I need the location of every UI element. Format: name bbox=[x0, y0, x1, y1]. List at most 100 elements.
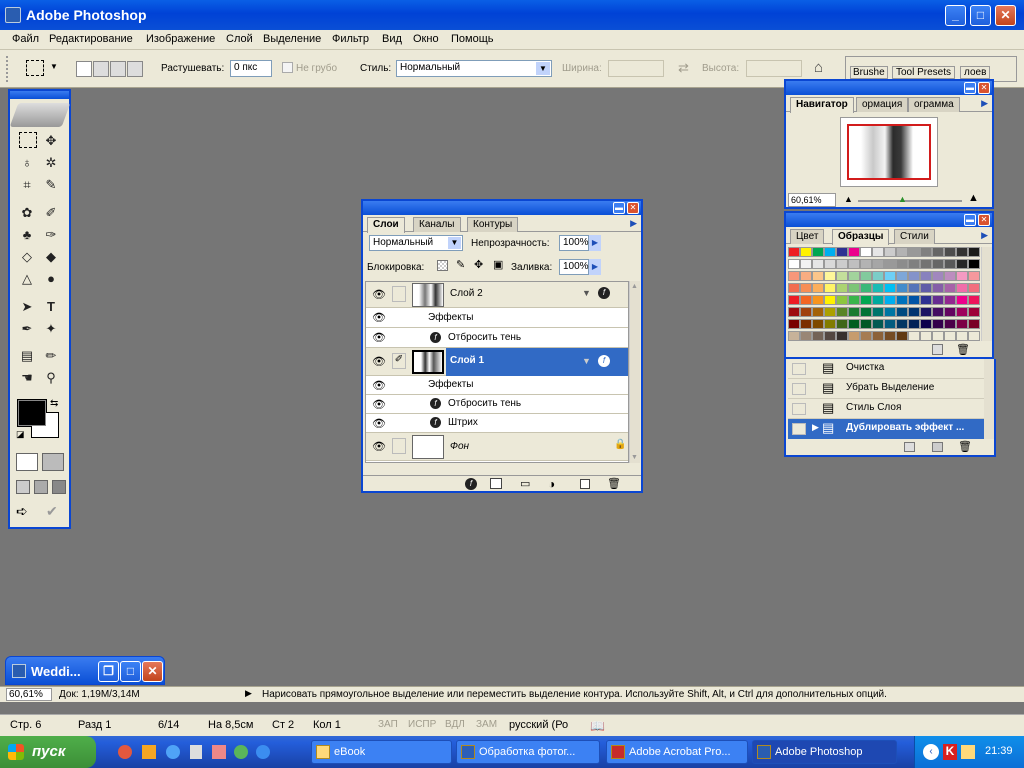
color-swatch[interactable] bbox=[956, 259, 968, 269]
width-input[interactable] bbox=[608, 60, 664, 77]
new-swatch-icon[interactable] bbox=[932, 344, 943, 355]
layer-effect-row[interactable]: 👁 f Отбросить тень bbox=[366, 395, 628, 414]
color-swatch[interactable] bbox=[812, 295, 824, 305]
history-state-pointer-icon[interactable]: ▶ bbox=[812, 422, 819, 433]
color-swatch[interactable] bbox=[908, 295, 920, 305]
scroll-up-icon[interactable]: ▲ bbox=[631, 283, 638, 290]
navigator-view-box[interactable] bbox=[847, 124, 931, 180]
color-swatch[interactable] bbox=[908, 271, 920, 281]
color-swatch[interactable] bbox=[800, 307, 812, 317]
color-swatch[interactable] bbox=[944, 295, 956, 305]
color-swatch[interactable] bbox=[884, 247, 896, 257]
zoom-slider-thumb[interactable]: ▲ bbox=[898, 194, 907, 204]
color-swatch[interactable] bbox=[800, 319, 812, 329]
color-swatch[interactable] bbox=[944, 319, 956, 329]
adjustment-layer-icon[interactable]: ◑ bbox=[548, 477, 555, 491]
screen-mode-full-icon[interactable] bbox=[52, 480, 66, 494]
navigator-zoom-field[interactable]: 60,61% bbox=[788, 193, 836, 207]
color-swatch[interactable] bbox=[836, 319, 848, 329]
color-swatch[interactable] bbox=[788, 259, 800, 269]
notes-tool-icon[interactable]: ▤ bbox=[16, 346, 38, 366]
clone-stamp-icon[interactable]: ♣ bbox=[16, 225, 38, 245]
history-snapshot-box[interactable] bbox=[792, 383, 806, 395]
color-swatch[interactable] bbox=[848, 295, 860, 305]
color-swatch[interactable] bbox=[812, 307, 824, 317]
layer-effect-row[interactable]: 👁 f Штрих bbox=[366, 414, 628, 433]
color-swatch[interactable] bbox=[932, 295, 944, 305]
tray-expand-icon[interactable]: ‹ bbox=[923, 744, 939, 760]
color-swatch[interactable] bbox=[812, 259, 824, 269]
menu-help[interactable]: Помощь bbox=[451, 33, 494, 45]
color-swatch[interactable] bbox=[908, 259, 920, 269]
taskbar-item-ebook[interactable]: eBook bbox=[311, 740, 452, 764]
color-swatch[interactable] bbox=[932, 283, 944, 293]
tab-navigator[interactable]: Навигатор bbox=[790, 97, 854, 113]
layer-selection-highlight[interactable]: Слой 1 ▼ f bbox=[446, 348, 628, 376]
zoom-tool-icon[interactable]: ⚲ bbox=[40, 368, 62, 388]
path-selection-icon[interactable]: ➤ bbox=[16, 297, 38, 317]
color-swatch[interactable] bbox=[956, 295, 968, 305]
color-swatch[interactable] bbox=[848, 247, 860, 257]
pen-tool-icon[interactable]: ✒ bbox=[16, 319, 38, 339]
color-swatch[interactable] bbox=[836, 271, 848, 281]
menu-edit[interactable]: Редактирование bbox=[49, 33, 133, 45]
panel-menu-icon[interactable]: ▶ bbox=[981, 98, 988, 109]
color-swatch[interactable] bbox=[800, 295, 812, 305]
color-swatch[interactable] bbox=[848, 319, 860, 329]
color-swatch[interactable] bbox=[824, 283, 836, 293]
color-swatch[interactable] bbox=[860, 259, 872, 269]
quick-mask-icon[interactable] bbox=[42, 453, 64, 471]
new-selection-icon[interactable] bbox=[76, 61, 92, 77]
color-swatch[interactable] bbox=[896, 307, 908, 317]
color-swatch[interactable] bbox=[908, 283, 920, 293]
color-swatch[interactable] bbox=[908, 319, 920, 329]
navigator-preview[interactable] bbox=[840, 117, 938, 187]
layer-row[interactable]: 👁 Фон 🔒 bbox=[366, 433, 628, 461]
spelling-status-icon[interactable]: 📖 bbox=[590, 719, 605, 733]
color-swatch[interactable] bbox=[932, 319, 944, 329]
color-swatch[interactable] bbox=[956, 307, 968, 317]
tray-app-icon[interactable] bbox=[961, 745, 975, 759]
color-swatch[interactable] bbox=[932, 271, 944, 281]
color-swatch[interactable] bbox=[824, 271, 836, 281]
dodge-tool-icon[interactable]: ● bbox=[40, 269, 62, 289]
color-swatch[interactable] bbox=[944, 307, 956, 317]
history-snapshot-box[interactable] bbox=[792, 403, 806, 415]
color-swatch[interactable] bbox=[956, 247, 968, 257]
intersect-selection-icon[interactable] bbox=[127, 61, 143, 77]
color-swatch[interactable] bbox=[896, 271, 908, 281]
eye-icon[interactable]: 👁 bbox=[372, 419, 386, 430]
layer-row[interactable]: 👁 Слой 2 ▼ f bbox=[366, 282, 628, 308]
tab-color[interactable]: Цвет bbox=[790, 229, 825, 244]
color-swatch[interactable] bbox=[884, 331, 896, 341]
hand-tool-icon[interactable]: ☚ bbox=[16, 368, 38, 388]
color-swatch[interactable] bbox=[884, 295, 896, 305]
color-swatch[interactable] bbox=[920, 295, 932, 305]
color-swatch[interactable] bbox=[920, 259, 932, 269]
color-swatch[interactable] bbox=[884, 283, 896, 293]
history-item[interactable]: ▤ Очистка bbox=[788, 359, 984, 379]
color-swatch[interactable] bbox=[788, 295, 800, 305]
color-swatch[interactable] bbox=[932, 247, 944, 257]
opacity-input[interactable]: 100% bbox=[559, 235, 589, 251]
fill-slider-arrow-icon[interactable]: ▶ bbox=[589, 259, 601, 275]
trash-icon[interactable]: 🗑 bbox=[958, 440, 972, 453]
menu-layer[interactable]: Слой bbox=[226, 33, 253, 45]
color-swatch[interactable] bbox=[932, 331, 944, 341]
color-swatch[interactable] bbox=[812, 271, 824, 281]
magic-wand-tool-icon[interactable]: ✲ bbox=[40, 153, 62, 173]
color-swatch[interactable] bbox=[836, 331, 848, 341]
eye-icon[interactable]: 👁 bbox=[372, 381, 386, 392]
history-brush-icon[interactable]: ✑ bbox=[40, 225, 62, 245]
word-ovr[interactable]: ЗАМ bbox=[476, 719, 497, 730]
jump-to-imageready-icon[interactable]: ➪ bbox=[16, 503, 42, 521]
color-swatch[interactable] bbox=[848, 259, 860, 269]
color-swatch[interactable] bbox=[848, 283, 860, 293]
color-swatch[interactable] bbox=[788, 319, 800, 329]
color-swatch[interactable] bbox=[968, 259, 980, 269]
healing-brush-icon[interactable]: ✿ bbox=[16, 203, 38, 223]
brush-icon[interactable]: ✐ bbox=[392, 353, 406, 369]
color-swatch[interactable] bbox=[956, 319, 968, 329]
marquee-tool-icon[interactable] bbox=[19, 132, 37, 148]
swatches-scrollbar[interactable] bbox=[981, 247, 992, 341]
